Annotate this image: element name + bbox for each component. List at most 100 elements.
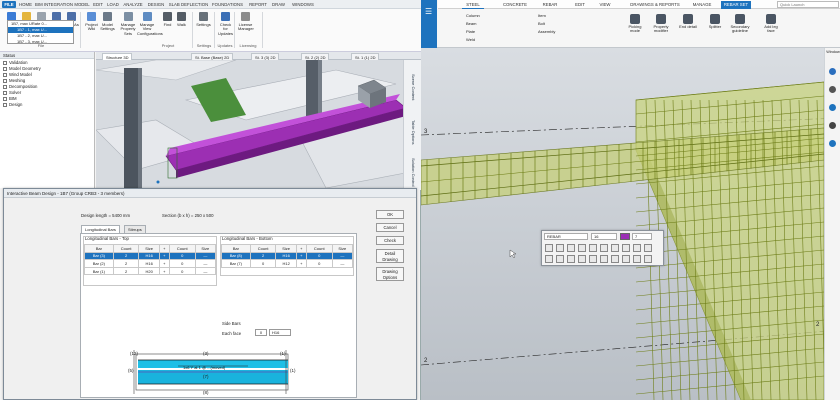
bar-cell-size2[interactable]: — [194, 266, 217, 276]
bar-cell-size2[interactable]: — [331, 259, 354, 268]
end-detail-button[interactable]: End detail [677, 14, 699, 29]
rebar-tool-icon[interactable] [545, 244, 553, 252]
panel-icon[interactable] [829, 86, 836, 93]
bar-cell-count[interactable]: 0 [249, 259, 277, 268]
settings-button[interactable]: Settings [196, 11, 211, 39]
rebar-tool-icon[interactable] [556, 255, 564, 263]
rebar-tool-icon[interactable] [600, 255, 608, 263]
quick-launch-input[interactable]: Quick Launch [777, 1, 839, 8]
tab-stirrups[interactable]: Stirrups [124, 225, 146, 233]
structure-3d-viewport[interactable]: Structure 3D St. Base (Base) 2D St. 3 (3) … [96, 52, 421, 188]
item-assembly[interactable]: Assembly [538, 29, 555, 34]
rebar-size-select[interactable]: 16 [591, 233, 617, 240]
model-settings-button[interactable]: Model Settings [100, 11, 115, 39]
bar-cell-count[interactable]: 2 [112, 259, 140, 268]
bar-cell-size2[interactable]: — [194, 259, 217, 268]
panel-icon[interactable] [829, 68, 836, 75]
rebar-tool-icon[interactable] [589, 244, 597, 252]
menu-tab-home[interactable]: HOME [17, 1, 34, 8]
steel-item-plate[interactable]: Plate [466, 29, 475, 34]
rebar-tool-icon[interactable] [622, 244, 630, 252]
rebar-tool-icon[interactable] [589, 255, 597, 263]
rebar-tool-icon[interactable] [644, 244, 652, 252]
menu-tab-report[interactable]: REPORT [247, 1, 269, 8]
rebar-3d-viewport[interactable]: 3 2 2 [421, 0, 840, 400]
bar-cell-size2[interactable]: — [331, 251, 354, 261]
add-leg-face-button[interactable]: Add leg face [760, 14, 782, 34]
bar-cell-count2[interactable]: 0 [305, 251, 333, 261]
table-options-tab[interactable]: Table Options [410, 120, 416, 144]
view-tab[interactable]: St. Base (Base) 2D [191, 53, 234, 60]
property-sets-button[interactable]: Manage Property Sets [118, 11, 138, 39]
tab-rebar-set[interactable]: REBAR SET [721, 1, 751, 9]
tab-concrete[interactable]: CONCRETE [500, 1, 530, 9]
steel-item-weld[interactable]: Weld [466, 37, 475, 42]
scene-content-tab[interactable]: Scene Content [410, 74, 416, 100]
walk-button[interactable]: Walk [174, 11, 189, 39]
steel-item-beam[interactable]: Beam [466, 21, 476, 26]
side-bars-count-input[interactable]: 0 [255, 329, 267, 336]
bar-cell-size[interactable]: H20 [138, 266, 160, 276]
picking-mode-button[interactable]: Picking mode [624, 14, 646, 34]
bar-cell-count[interactable]: 2 [112, 251, 140, 261]
member-tree[interactable]: 1B7, max URate 0... 1B7 - 1, max U... 1B… [7, 20, 74, 44]
menu-tab-edit[interactable]: EDIT [91, 1, 105, 8]
bar-cell-count2[interactable]: 0 [168, 266, 196, 276]
app-menu-button[interactable]: ☰ [421, 0, 437, 48]
panel-icon[interactable] [829, 140, 836, 147]
rebar-tool-icon[interactable] [600, 244, 608, 252]
tab-manage[interactable]: MANAGE [688, 1, 716, 9]
bar-cell-count2[interactable]: 0 [305, 259, 333, 268]
window-label[interactable]: Window [826, 50, 840, 54]
view-tab[interactable]: Structure 3D [102, 53, 133, 60]
tab-view[interactable]: VIEW [596, 1, 614, 9]
splitter-button[interactable]: Splitter [704, 14, 726, 29]
rebar-tool-icon[interactable] [578, 255, 586, 263]
menu-tab-analyze[interactable]: ANALYZE [121, 1, 145, 8]
rebar-color-select[interactable]: 7 [632, 233, 652, 240]
find-button[interactable]: Find [160, 11, 175, 39]
ok-button[interactable]: OK [376, 210, 404, 219]
rebar-tool-icon[interactable] [556, 244, 564, 252]
tab-edit[interactable]: EDIT [572, 1, 588, 9]
rebar-tool-icon[interactable] [633, 255, 641, 263]
status-item[interactable]: Design [3, 102, 94, 108]
tab-longitudinal-bars[interactable]: Longitudinal Bars [81, 225, 120, 233]
bar-cell-count2[interactable]: 0 [168, 251, 196, 261]
rebar-tool-icon[interactable] [622, 255, 630, 263]
rebar-tool-icon[interactable] [567, 255, 575, 263]
panel-icon[interactable] [829, 104, 836, 111]
rebar-tool-icon[interactable] [611, 244, 619, 252]
solution-control-tab[interactable]: Solution Control [410, 158, 416, 186]
view-tab[interactable]: St. 1 (1) 2D [351, 53, 380, 60]
rebar-tool-icon[interactable] [633, 244, 641, 252]
menu-tab-windows[interactable]: WINDOWS [289, 1, 317, 8]
bar-cell-count[interactable]: 2 [112, 266, 140, 276]
rebar-type-select[interactable]: REBAR [544, 233, 588, 240]
item-bolt[interactable]: Bolt [538, 21, 545, 26]
menu-tab-model[interactable]: MODEL [73, 1, 91, 8]
menu-tab-foundations[interactable]: FOUNDATIONS [210, 1, 245, 8]
menu-tab-load[interactable]: LOAD [105, 1, 121, 8]
bar-cell-size2[interactable]: — [194, 251, 217, 261]
bar-cell-size[interactable]: H12 [275, 259, 297, 268]
member-tree-item[interactable]: 1B7 - 3, max U... [8, 39, 73, 45]
rebar-tool-icon[interactable] [644, 255, 652, 263]
detail-drawing-button[interactable]: Detail Drawing [376, 249, 404, 263]
bar-cell-size[interactable]: H16 [138, 251, 160, 261]
side-bars-size-select[interactable]: H16 [269, 329, 291, 336]
bar-row[interactable]: Bar (8) 2 H16 +0— [221, 251, 354, 261]
item-item[interactable]: Item [538, 13, 546, 18]
bar-cell-size[interactable]: H16 [138, 259, 160, 268]
tab-rebar[interactable]: REBAR [540, 1, 560, 9]
bar-row[interactable]: Bar (2) 2 H16 +0— [84, 259, 217, 268]
bar-cell-size[interactable]: H16 [275, 251, 297, 261]
menu-tab-file[interactable]: FILE [2, 1, 16, 8]
secondary-guideline-button[interactable]: Secondary guideline [729, 14, 751, 34]
cancel-button[interactable]: Cancel [376, 223, 404, 232]
view-tab[interactable]: St. 2 (2) 2D [301, 53, 330, 60]
rebar-tool-icon[interactable] [567, 244, 575, 252]
menu-tab-design[interactable]: DESIGN [145, 1, 167, 8]
tab-drawings-reports[interactable]: DRAWINGS & REPORTS [626, 1, 684, 9]
tab-steel[interactable]: STEEL [462, 1, 484, 9]
